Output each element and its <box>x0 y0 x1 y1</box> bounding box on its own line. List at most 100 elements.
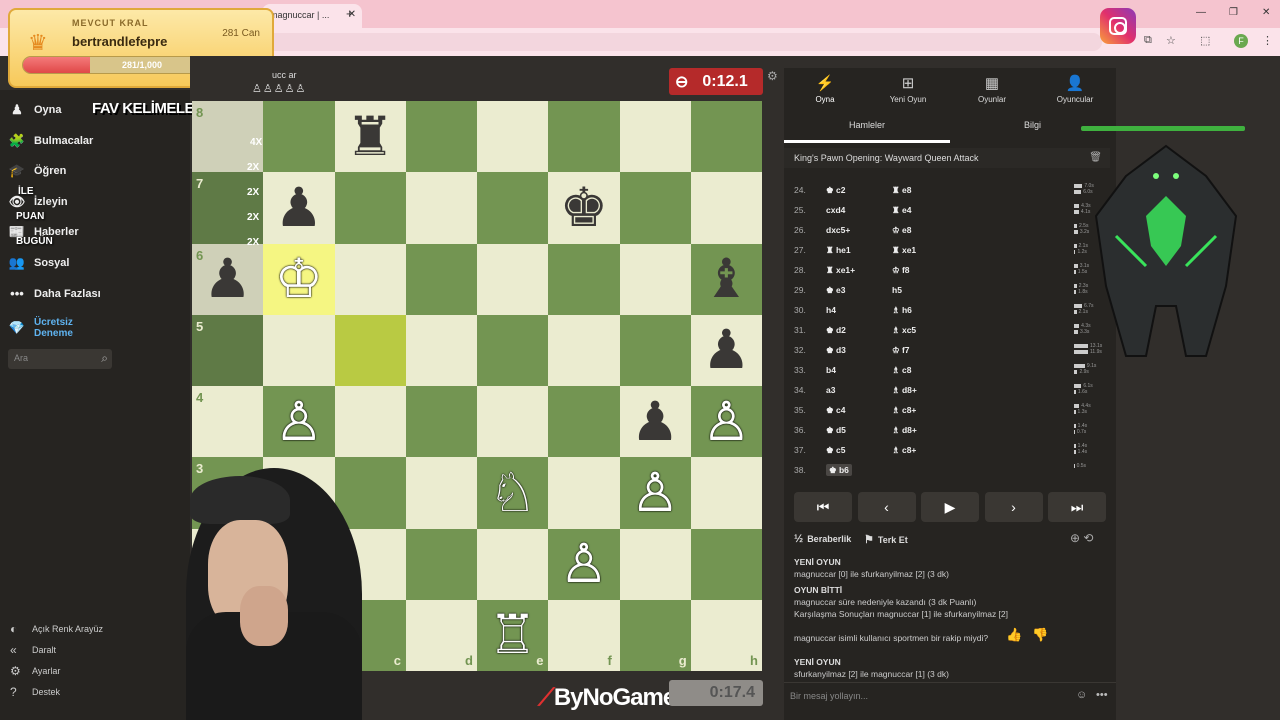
black-move[interactable]: ♜ xe1 <box>892 245 916 256</box>
move-row[interactable]: 32. ♚ d3 ♔ f7 13.1s 11.9s <box>784 340 1110 360</box>
square-f5[interactable] <box>548 314 620 386</box>
piece-b7[interactable]: ♟ <box>263 172 334 243</box>
black-move[interactable]: ♗ d8+ <box>892 425 917 436</box>
white-move-cell[interactable]: ♜ he1 <box>826 245 851 256</box>
sidebar-item-0[interactable]: ♟ Oyna <box>8 102 61 118</box>
square-f4[interactable] <box>548 386 620 458</box>
sidebar-bottom-item-1[interactable]: « Daralt <box>10 643 56 657</box>
white-move[interactable]: ♚ c4 <box>826 405 845 415</box>
move-row[interactable]: 34. a3 ♗ d8+ 6.1s 1.6s <box>784 380 1110 400</box>
analysis-icons[interactable]: ⊕ ⟲ <box>1070 531 1093 545</box>
close-window-icon[interactable]: ✕ <box>1262 7 1270 18</box>
draw-button[interactable]: ½ Beraberlik <box>794 533 851 545</box>
nav-control-3[interactable]: › <box>984 492 1043 522</box>
black-move[interactable]: ♔ f8 <box>892 265 910 276</box>
menu-icon[interactable]: ⋮ <box>1262 34 1273 47</box>
square-c4[interactable] <box>334 386 406 458</box>
move-row[interactable]: 33. b4 ♗ c8 9.1s 2.9s <box>784 360 1110 380</box>
black-move[interactable]: ♗ xc5 <box>892 325 916 336</box>
white-move[interactable]: ♚ c5 <box>826 445 845 455</box>
square-f3[interactable] <box>548 457 620 529</box>
white-move[interactable]: h4 <box>826 305 836 315</box>
square-c6[interactable] <box>334 243 406 315</box>
square-d2[interactable] <box>405 528 477 600</box>
nav-control-2[interactable]: ▶ <box>921 492 979 522</box>
white-move-cell[interactable]: cxd4 <box>826 205 845 215</box>
star-icon[interactable]: ☆ <box>1166 34 1176 47</box>
white-move-cell[interactable]: a3 <box>826 385 835 395</box>
minimize-icon[interactable]: — <box>1196 7 1206 18</box>
square-c3[interactable] <box>334 457 406 529</box>
square-d8[interactable] <box>405 101 477 173</box>
sidebar-item-1[interactable]: 🧩 Bulmacalar <box>8 133 93 149</box>
square-h3[interactable] <box>690 457 762 529</box>
piece-h5[interactable]: ♟ <box>691 315 762 386</box>
piece-b4[interactable]: ♙ <box>263 386 334 457</box>
piece-a6[interactable]: ♟ <box>192 244 263 315</box>
square-h8[interactable] <box>690 101 762 173</box>
white-move-cell[interactable]: h4 <box>826 305 836 315</box>
piece-c8[interactable]: ♜ <box>335 101 406 172</box>
move-row[interactable]: 30. h4 ♗ h6 6.7s 2.1s <box>784 300 1110 320</box>
white-move[interactable]: ♚ b6 <box>826 464 852 476</box>
white-move[interactable]: ♚ e3 <box>826 285 845 295</box>
black-move[interactable]: ♗ c8 <box>892 365 911 376</box>
board-settings-icon[interactable]: ⚙ <box>767 69 778 83</box>
piece-h6[interactable]: ♝ <box>691 244 762 315</box>
black-move[interactable]: ♜ e4 <box>892 205 911 216</box>
square-c7[interactable] <box>334 172 406 244</box>
square-b8[interactable] <box>263 101 335 173</box>
move-row[interactable]: 36. ♚ d5 ♗ d8+ 1.4s 0.7s <box>784 420 1110 440</box>
white-move[interactable]: ♚ d2 <box>826 325 846 335</box>
sidebar-bottom-item-3[interactable]: ? Destek <box>10 685 60 699</box>
white-move[interactable]: cxd4 <box>826 205 845 215</box>
white-move-cell[interactable]: ♚ e3 <box>826 285 845 296</box>
piece-b6[interactable]: ♔ <box>263 244 334 315</box>
white-move-cell[interactable]: ♚ d3 <box>826 345 846 356</box>
move-row[interactable]: 26. dxc5+ ♔ e8 2.5s 3.2s <box>784 220 1110 240</box>
black-move[interactable]: ♔ f7 <box>892 345 910 356</box>
white-move-cell[interactable]: ♚ b6 <box>826 464 852 476</box>
profile-avatar[interactable]: F <box>1234 34 1248 48</box>
url-field[interactable] <box>262 33 1102 51</box>
square-g2[interactable] <box>619 528 691 600</box>
square-d6[interactable] <box>405 243 477 315</box>
piece-h4[interactable]: ♙ <box>691 386 762 457</box>
black-move[interactable]: ♗ d8+ <box>892 385 917 396</box>
square-f6[interactable] <box>548 243 620 315</box>
piece-f2[interactable]: ♙ <box>548 529 619 600</box>
black-move[interactable]: ♜ e8 <box>892 185 911 196</box>
search-input[interactable]: Ara ⌕ <box>8 349 112 369</box>
square-e6[interactable] <box>477 243 549 315</box>
subtab-info[interactable]: Bilgi <box>1024 120 1041 130</box>
move-row[interactable]: 35. ♚ c4 ♗ c8+ 4.4s 1.3s <box>784 400 1110 420</box>
piece-g4[interactable]: ♟ <box>620 386 691 457</box>
white-move[interactable]: ♚ c2 <box>826 185 845 195</box>
opponent-name[interactable]: ucc ar <box>272 70 297 80</box>
white-move-cell[interactable]: ♜ xe1+ <box>826 265 855 276</box>
square-e8[interactable] <box>477 101 549 173</box>
white-move[interactable]: ♚ d3 <box>826 345 846 355</box>
white-move[interactable]: ♜ xe1+ <box>826 265 855 275</box>
sidebar-bottom-item-2[interactable]: ⚙ Ayarlar <box>10 664 60 678</box>
emoji-icon[interactable]: ☺ <box>1076 689 1087 701</box>
move-row[interactable]: 31. ♚ d2 ♗ xc5 4.3s 3.3s <box>784 320 1110 340</box>
maximize-icon[interactable]: ❐ <box>1229 7 1238 18</box>
tab-2[interactable]: ▦ Oyunlar <box>957 74 1027 104</box>
white-move-cell[interactable]: ♚ c4 <box>826 405 845 416</box>
tab-3[interactable]: 👤 Oyuncular <box>1040 74 1110 104</box>
square-e7[interactable] <box>477 172 549 244</box>
white-move-cell[interactable]: dxc5+ <box>826 225 850 235</box>
white-move[interactable]: a3 <box>826 385 835 395</box>
message-input[interactable]: Bir mesaj yollayın... ☺ ••• <box>784 682 1116 708</box>
square-e5[interactable] <box>477 314 549 386</box>
thumbs-down-icon[interactable]: 👎 <box>1032 627 1048 643</box>
nav-control-1[interactable]: ‹ <box>857 492 916 522</box>
move-row[interactable]: 24. ♚ c2 ♜ e8 7.0s 6.0s <box>784 180 1110 200</box>
white-move[interactable]: b4 <box>826 365 836 375</box>
piece-e1[interactable]: ♖ <box>477 600 548 671</box>
cast-icon[interactable]: ⧉ <box>1144 34 1152 47</box>
square-d4[interactable] <box>405 386 477 458</box>
square-g7[interactable] <box>619 172 691 244</box>
move-row[interactable]: 27. ♜ he1 ♜ xe1 2.1s 1.2s <box>784 240 1110 260</box>
